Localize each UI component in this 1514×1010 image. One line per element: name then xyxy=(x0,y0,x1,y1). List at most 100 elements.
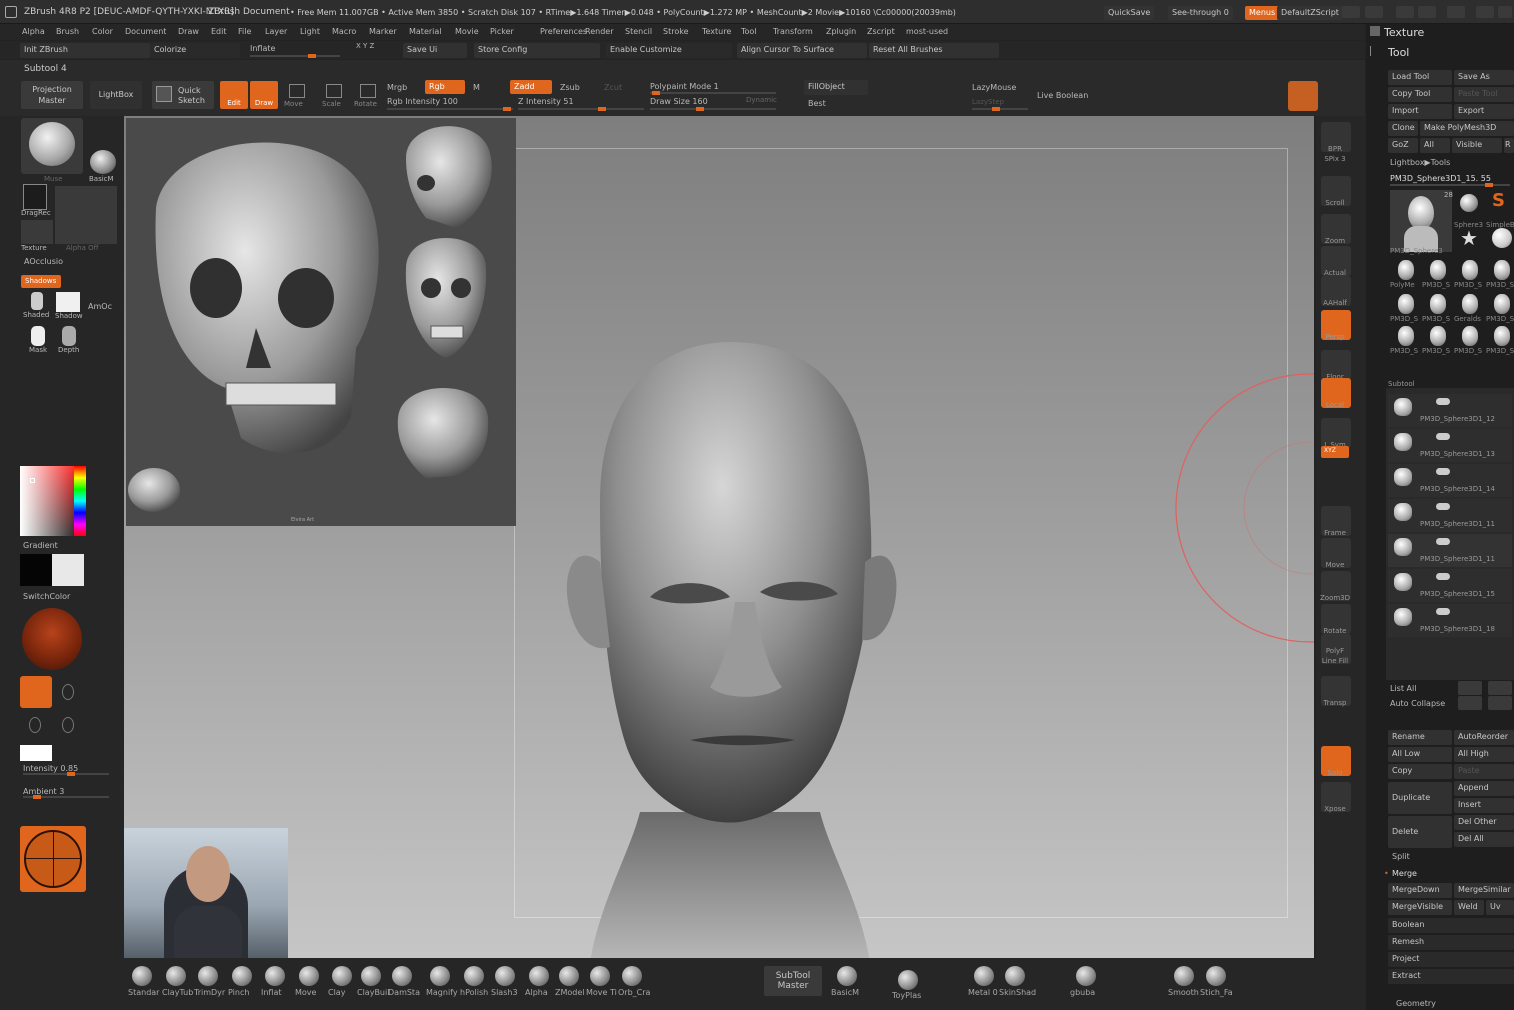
geometry-section[interactable]: Geometry xyxy=(1396,1000,1436,1008)
lazystep-slider[interactable]: LazyStep xyxy=(972,99,1004,106)
brush-trimdyr-icon[interactable] xyxy=(198,966,218,986)
projection-master-button[interactable]: Projection Master xyxy=(21,81,83,109)
tool-thumb-5-icon[interactable] xyxy=(1462,260,1478,280)
ambient-track[interactable] xyxy=(23,795,109,799)
dynamic-button[interactable]: Dynamic xyxy=(746,97,777,104)
simplebrush-s-icon[interactable]: S xyxy=(1492,192,1505,210)
visible-button[interactable]: Visible xyxy=(1452,138,1502,153)
subtool-row[interactable]: PM3D_Sphere3D1_11 xyxy=(1388,499,1512,532)
menu-material[interactable]: Material xyxy=(409,28,442,36)
shaded-icon[interactable] xyxy=(31,292,43,310)
tool-thumb-10-icon[interactable] xyxy=(1494,294,1510,314)
init-zbrush-button[interactable]: Init ZBrush xyxy=(20,43,150,58)
lazymouse-button[interactable]: LazyMouse xyxy=(972,84,1016,92)
inflate-slider[interactable]: Inflate xyxy=(250,45,275,53)
subtool-visibility-toggle[interactable] xyxy=(1436,608,1450,615)
project-section[interactable]: Project xyxy=(1388,952,1514,967)
mergevisible-button[interactable]: MergeVisible xyxy=(1388,900,1452,915)
menu-most-used[interactable]: most-used xyxy=(906,28,948,36)
brush-damsta-icon[interactable] xyxy=(392,966,412,986)
see-through-slider[interactable]: See-through 0 xyxy=(1168,6,1233,20)
palette-icon[interactable] xyxy=(1396,6,1414,18)
paste-button[interactable]: Paste xyxy=(1454,764,1514,779)
hue-strip[interactable] xyxy=(74,466,86,536)
save-ui-button[interactable]: Save Ui xyxy=(403,43,467,58)
material-sphere[interactable] xyxy=(22,608,82,670)
export-button[interactable]: Export xyxy=(1454,104,1514,119)
lightbox-button[interactable]: LightBox xyxy=(90,81,142,109)
rgb-button[interactable]: Rgb xyxy=(425,80,465,94)
split-section[interactable]: Split xyxy=(1392,853,1410,861)
color-picker[interactable] xyxy=(20,466,86,536)
rshelf-label-1[interactable]: SPix 3 xyxy=(1318,156,1352,163)
m-button[interactable]: M xyxy=(473,84,480,92)
switchcolor-label[interactable]: SwitchColor xyxy=(23,593,70,601)
lock-icon[interactable] xyxy=(1447,6,1465,18)
brush-standar-icon[interactable] xyxy=(132,966,152,986)
subtool-row[interactable]: PM3D_Sphere3D1_12 xyxy=(1388,394,1512,427)
remesh-section[interactable]: Remesh xyxy=(1388,935,1514,950)
subtool-row[interactable]: PM3D_Sphere3D1_11 xyxy=(1388,534,1512,567)
texture-palette-title[interactable]: Texture xyxy=(1384,27,1424,38)
material-icon[interactable] xyxy=(90,150,116,174)
current-tool-slider[interactable]: PM3D_Sphere3D1_15. 55 xyxy=(1390,175,1491,183)
extract-section[interactable]: Extract xyxy=(1388,969,1514,984)
make-polymesh-button[interactable]: Make PolyMesh3D xyxy=(1420,121,1514,136)
paste-tool-button[interactable]: Paste Tool xyxy=(1454,87,1514,102)
rgb-intensity-track[interactable] xyxy=(387,107,513,111)
tool-thumb-12-icon[interactable] xyxy=(1430,326,1446,346)
menu-marker[interactable]: Marker xyxy=(369,28,397,36)
insert-button[interactable]: Insert xyxy=(1454,798,1514,813)
rgb-intensity-slider[interactable]: Rgb Intensity 100 xyxy=(387,98,458,106)
best-button[interactable]: Best xyxy=(808,100,826,108)
color-indicator[interactable] xyxy=(1288,81,1318,111)
material-stitchfa-icon[interactable] xyxy=(1206,966,1226,986)
boolean-section[interactable]: Boolean xyxy=(1388,918,1514,933)
texture-slot[interactable] xyxy=(21,220,53,244)
subtool-visibility-toggle[interactable] xyxy=(1436,538,1450,545)
merge-section[interactable]: Merge xyxy=(1392,870,1417,878)
mergesimilar-button[interactable]: MergeSimilar xyxy=(1454,883,1514,898)
menu-zscript[interactable]: Zscript xyxy=(867,28,895,36)
transfer-icon-2[interactable] xyxy=(1488,696,1512,710)
polypaint-track[interactable] xyxy=(650,91,776,95)
zadd-button[interactable]: Zadd xyxy=(510,80,552,94)
intensity-track[interactable] xyxy=(23,772,109,776)
brush-move-ti-icon[interactable] xyxy=(590,966,610,986)
menu-edit[interactable]: Edit xyxy=(211,28,227,36)
mask-icon[interactable] xyxy=(31,326,45,346)
append-button[interactable]: Append xyxy=(1454,781,1514,796)
alpha-slot[interactable] xyxy=(55,186,117,244)
all-button[interactable]: All xyxy=(1420,138,1450,153)
inflate-slider-track[interactable] xyxy=(250,54,340,58)
tool-thumb-7-icon[interactable] xyxy=(1398,294,1414,314)
material-skinshade-icon[interactable] xyxy=(1005,966,1025,986)
z-intensity-slider[interactable]: Z Intensity 51 xyxy=(518,98,574,106)
clone-button[interactable]: Clone xyxy=(1388,121,1418,136)
brush-inflat-icon[interactable] xyxy=(265,966,285,986)
subtool-visibility-toggle[interactable] xyxy=(1436,433,1450,440)
tool-thumb-6-icon[interactable] xyxy=(1494,260,1510,280)
move-button[interactable]: Move xyxy=(284,101,303,108)
light-bulb-icon-4[interactable] xyxy=(62,717,74,733)
brush-hpolish-icon[interactable] xyxy=(464,966,484,986)
depth-icon[interactable] xyxy=(62,326,76,346)
sphere-thumb-icon[interactable] xyxy=(1492,228,1512,248)
autoreorder-button[interactable]: AutoReorder xyxy=(1454,730,1514,745)
ambient-slider[interactable]: Ambient 3 xyxy=(23,788,64,796)
arrow-down-icon[interactable] xyxy=(1488,681,1512,695)
menu-transform[interactable]: Transform xyxy=(773,28,813,36)
rshelf-label-17[interactable]: PolyF xyxy=(1318,648,1352,655)
subtool-row[interactable]: PM3D_Sphere3D1_13 xyxy=(1388,429,1512,462)
shadow-swatch[interactable] xyxy=(56,292,80,312)
subtool-row[interactable]: PM3D_Sphere3D1_18 xyxy=(1388,604,1512,637)
menu-file[interactable]: File xyxy=(238,28,251,36)
menu-draw[interactable]: Draw xyxy=(178,28,199,36)
sphere3d-icon[interactable] xyxy=(1460,194,1478,212)
subtool-row[interactable]: PM3D_Sphere3D1_14 xyxy=(1388,464,1512,497)
subtool-master-button[interactable]: SubTool Master xyxy=(764,966,822,996)
brush-clay-icon[interactable] xyxy=(332,966,352,986)
weld-button[interactable]: Weld xyxy=(1454,900,1484,915)
material-basicm-icon[interactable] xyxy=(837,966,857,986)
brush-zmodel-icon[interactable] xyxy=(559,966,579,986)
